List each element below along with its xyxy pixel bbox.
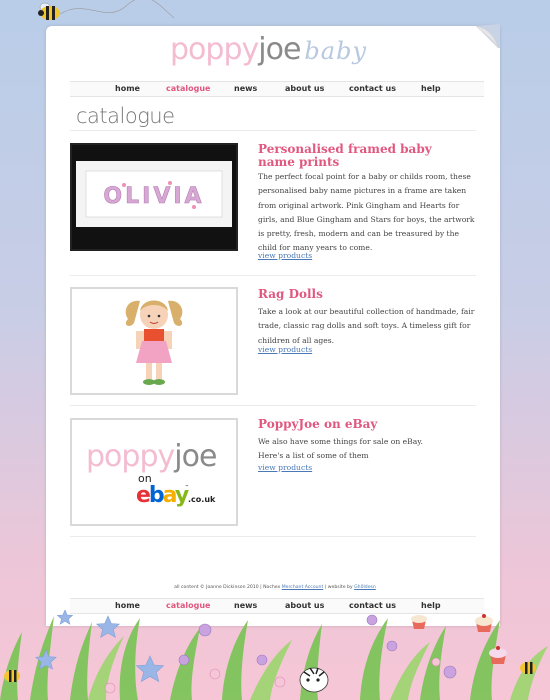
footer-nav-catalogue[interactable]: catalogue bbox=[166, 601, 210, 610]
nav-help[interactable]: help bbox=[421, 84, 441, 93]
nav-news[interactable]: news bbox=[234, 84, 257, 93]
divider bbox=[70, 405, 476, 406]
footer-website-by: | website by bbox=[324, 585, 353, 590]
ebay-wordmark: ebay bbox=[136, 483, 189, 508]
logo-joe: joe bbox=[258, 32, 301, 67]
ebay-tm-mark: ™ bbox=[185, 484, 189, 489]
footer-credits: all content © Joanne Dickinson 2010 | No… bbox=[0, 585, 550, 590]
ebay-logo-image[interactable]: poppyjoe on ebay ™ .co.uk bbox=[70, 418, 238, 526]
view-products-link-ebay[interactable]: view products bbox=[258, 463, 312, 472]
poppyjoe-on-ebay-logo: poppyjoe on ebay ™ .co.uk bbox=[86, 439, 217, 508]
footer-nav-news[interactable]: news bbox=[234, 601, 257, 610]
designer-credit-link[interactable]: Gh0ldesn bbox=[354, 585, 376, 590]
page-title: catalogue bbox=[76, 104, 175, 128]
nav-about-us[interactable]: about us bbox=[285, 84, 324, 93]
footer-nav-contact-us[interactable]: contact us bbox=[349, 601, 396, 610]
footer-nav-home[interactable]: home bbox=[115, 601, 140, 610]
view-products-link-rag-dolls[interactable]: view products bbox=[258, 345, 312, 354]
product-desc-rag-dolls: Take a look at our beautiful collection … bbox=[258, 307, 475, 345]
olivia-name-letters: OLIVIA bbox=[103, 184, 204, 209]
footer-nav-about-us[interactable]: about us bbox=[285, 601, 324, 610]
footer-copyright: all content © Joanne Dickinson 2010 | No… bbox=[174, 585, 281, 590]
rag-doll-image[interactable] bbox=[70, 287, 238, 395]
rag-doll-picture bbox=[125, 300, 183, 385]
divider bbox=[70, 275, 476, 276]
nav-catalogue[interactable]: catalogue bbox=[166, 84, 210, 93]
nav-home[interactable]: home bbox=[115, 84, 140, 93]
framed-name-print-picture: OLIVIA bbox=[76, 161, 232, 227]
nav-contact-us[interactable]: contact us bbox=[349, 84, 396, 93]
view-products-link-name-prints[interactable]: view products bbox=[258, 251, 312, 260]
zebra-icon bbox=[299, 667, 329, 693]
ebay-logo-joe-text: joe bbox=[173, 439, 216, 474]
bee-trail-line bbox=[59, 0, 175, 19]
logo-baby: baby bbox=[304, 37, 367, 65]
svg-text:poppyjoe: poppyjoe bbox=[86, 439, 216, 474]
product-desc-ebay: We also have some things for sale on eBa… bbox=[258, 437, 423, 461]
flower-meadow-decoration bbox=[0, 610, 548, 700]
divider bbox=[70, 130, 476, 131]
top-navigation: home catalogue news about us contact us … bbox=[70, 81, 484, 97]
ebay-logo-poppy-text: poppy bbox=[86, 439, 174, 474]
bee-icon bbox=[38, 2, 60, 20]
page-curl-decoration bbox=[476, 24, 500, 48]
product-title-rag-dolls[interactable]: Rag Dolls bbox=[258, 288, 468, 301]
name-print-image[interactable]: OLIVIA bbox=[70, 143, 238, 251]
divider bbox=[70, 536, 476, 537]
merchant-account-link[interactable]: Merchant Account bbox=[282, 585, 324, 590]
ebay-tld-text: .co.uk bbox=[188, 495, 216, 504]
product-title-name-prints[interactable]: Personalised framed baby name prints bbox=[258, 143, 468, 169]
product-desc-name-prints: The perfect focal point for a baby or ch… bbox=[258, 172, 475, 253]
footer-nav-help[interactable]: help bbox=[421, 601, 441, 610]
logo-poppy: poppy bbox=[170, 32, 259, 67]
product-title-ebay[interactable]: PoppyJoe on eBay bbox=[258, 418, 468, 431]
site-logo[interactable]: poppyjoe baby bbox=[170, 30, 367, 70]
